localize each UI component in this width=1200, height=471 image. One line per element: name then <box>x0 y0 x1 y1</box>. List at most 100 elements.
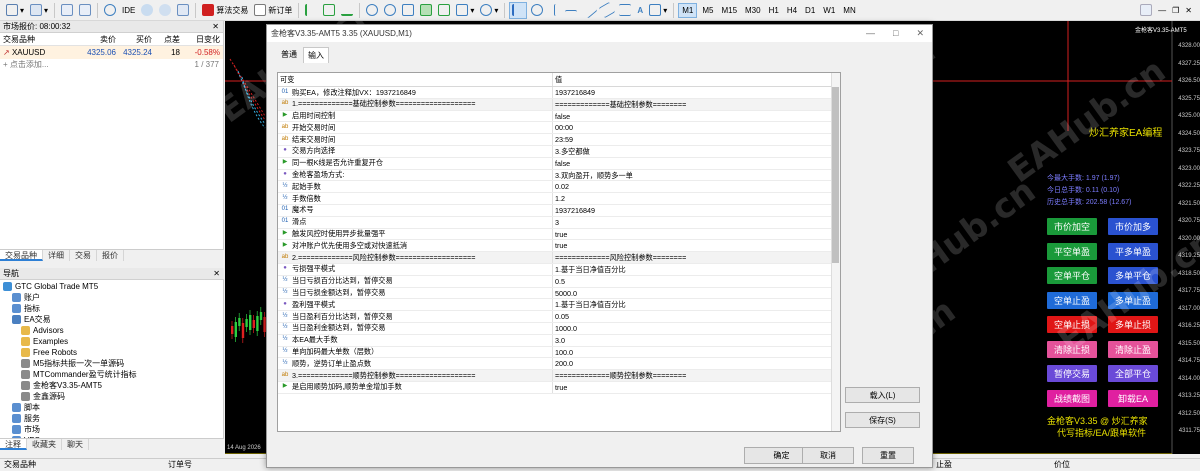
timeframe-m1[interactable]: M1 <box>678 2 698 18</box>
cancel-button[interactable]: 取消 <box>802 447 854 464</box>
input-value-cell[interactable]: =============顺势控制参数======== <box>553 370 829 381</box>
chart-shift-icon[interactable] <box>436 2 452 19</box>
strategy-tester-icon[interactable] <box>175 2 191 19</box>
candle-chart-icon[interactable] <box>321 2 337 19</box>
notification-icon[interactable] <box>1138 2 1154 19</box>
navigator-icon[interactable] <box>77 2 93 19</box>
indicators-icon[interactable]: ▾ <box>454 2 476 19</box>
input-row[interactable]: ab 1.=============基础控制参数=================… <box>278 98 840 111</box>
input-row[interactable]: ½ 顺势，逆势订单止盈点数 200.0 <box>278 358 840 371</box>
input-value-cell[interactable]: 0.05 <box>553 311 829 322</box>
timeframe-w1[interactable]: W1 <box>820 3 838 18</box>
input-value-cell[interactable]: 23:59 <box>553 134 829 145</box>
navigator-item[interactable]: MTCommander盈亏统计指标 <box>0 369 223 380</box>
ea-button-11[interactable]: 清除止盈 <box>1108 340 1158 358</box>
input-row[interactable]: ½ 当日亏损金额达到，暂停交易 5000.0 <box>278 287 840 300</box>
dialog-minimize-icon[interactable]: — <box>866 25 875 42</box>
navigator-item[interactable]: GTC Global Trade MT5 <box>0 281 223 292</box>
tab-chat[interactable]: 聊天 <box>62 439 89 450</box>
input-row[interactable]: ▶ 触发风控时使用异步批量强平 true <box>278 228 840 241</box>
input-row[interactable]: ab 3.=============顺势控制参数=================… <box>278 370 840 382</box>
ea-button-2[interactable]: 平空单盈 <box>1047 242 1097 260</box>
bar-chart-icon[interactable] <box>303 2 319 19</box>
input-row[interactable]: 01 滑点 3 <box>278 216 840 229</box>
text-tool-icon[interactable]: A <box>635 2 645 19</box>
input-value-cell[interactable]: 3.双向盈开，顺势多一单 <box>553 170 829 181</box>
chart-type-icon[interactable]: ▾ <box>4 2 26 19</box>
input-value-cell[interactable]: true <box>553 229 829 240</box>
input-row[interactable]: ▶ 是启用顺势加码,顺势单金增加手数 true <box>278 381 840 394</box>
periods-icon[interactable]: ▾ <box>478 2 500 19</box>
input-row[interactable]: ½ 当日盈利百分比达到，暂停交易 0.05 <box>278 311 840 323</box>
input-value-cell[interactable]: true <box>553 240 829 251</box>
input-row[interactable]: 01 购买EA，修改注释加VX：1937216849 1937216849 <box>278 87 840 99</box>
input-row[interactable]: ▶ 对冲账户优先使用多空或对快速抵消 true <box>278 240 840 253</box>
close-icon[interactable]: ✕ <box>1183 2 1200 19</box>
fibonacci-icon[interactable] <box>617 2 633 19</box>
symbol-row-xauusd[interactable]: ↗ XAUUSD 4325.06 4325.24 18 -0.58% <box>0 46 223 59</box>
vertical-line-icon[interactable] <box>547 2 561 19</box>
navigator-item[interactable]: 指标 <box>0 303 223 314</box>
scrollbar-thumb[interactable] <box>832 87 839 263</box>
tab-common[interactable]: 普通 <box>277 47 301 63</box>
input-value-cell[interactable]: 1.基于当日净值百分比 <box>553 299 829 310</box>
navigator-item[interactable]: Examples <box>0 336 223 347</box>
input-row[interactable]: ab 2.=============风险控制参数=================… <box>278 252 840 264</box>
input-row[interactable]: ½ 起始手数 0.02 <box>278 181 840 194</box>
market-watch-icon[interactable] <box>59 2 75 19</box>
input-value-cell[interactable]: 3.0 <box>553 335 829 346</box>
grid-icon[interactable] <box>400 2 416 19</box>
minimize-icon[interactable]: — <box>1156 2 1168 19</box>
ea-button-13[interactable]: 全部平仓 <box>1108 365 1158 382</box>
input-row[interactable]: ½ 当日盈利金额达到，暂停交易 1000.0 <box>278 322 840 335</box>
navigator-item[interactable]: Free Robots <box>0 347 223 358</box>
input-row[interactable]: ½ 本EA最大手数 3.0 <box>278 334 840 347</box>
input-row[interactable]: ½ 手数倍数 1.2 <box>278 193 840 205</box>
ea-button-15[interactable]: 卸载EA <box>1108 389 1158 407</box>
input-row[interactable]: ab 结束交易时间 23:59 <box>278 134 840 146</box>
add-symbol-row[interactable]: + 点击添加... 1 / 377 <box>0 59 223 71</box>
navigator-item[interactable]: EA交易 <box>0 314 223 325</box>
navigator-item[interactable]: 账户 <box>0 292 223 303</box>
restore-icon[interactable]: ❐ <box>1170 2 1181 19</box>
input-value-cell[interactable]: true <box>553 382 829 393</box>
timeframe-mn[interactable]: MN <box>840 3 858 18</box>
metaeditor-icon[interactable] <box>102 2 118 19</box>
autoscroll-icon[interactable] <box>418 2 434 19</box>
input-row[interactable]: ▶ 启用时间控制 false <box>278 110 840 123</box>
tab-favorites[interactable]: 收藏夹 <box>27 439 62 450</box>
navigator-item[interactable]: 脚本 <box>0 402 223 413</box>
channel-icon[interactable] <box>599 1 616 19</box>
column-header-symbol[interactable]: 交易品种 <box>0 33 80 45</box>
timeframe-d1[interactable]: D1 <box>802 3 818 18</box>
input-row[interactable]: ▶ 同一根K线是否允许重复开仓 false <box>278 157 840 170</box>
input-value-cell[interactable]: 100.0 <box>553 347 829 358</box>
input-value-cell[interactable]: 1937216849 <box>553 205 829 216</box>
template-icon[interactable]: ▾ <box>28 2 50 19</box>
input-value-cell[interactable]: false <box>553 111 829 122</box>
input-row[interactable]: ● 亏损强平模式 1.基于当日净值百分比 <box>278 263 840 276</box>
reset-button[interactable]: 重置 <box>862 447 914 464</box>
input-value-cell[interactable]: 00:00 <box>553 122 829 133</box>
input-value-cell[interactable]: 5000.0 <box>553 288 829 299</box>
input-row[interactable]: ● 盈利强平模式 1.基于当日净值百分比 <box>278 299 840 312</box>
input-value-cell[interactable]: 3.多空都做 <box>553 146 829 157</box>
save-button[interactable]: 保存(S) <box>845 412 920 428</box>
column-header-ask[interactable]: 买价 <box>116 33 152 45</box>
timeframe-m5[interactable]: M5 <box>699 3 716 18</box>
load-button[interactable]: 载入(L) <box>845 387 920 403</box>
timeframe-m15[interactable]: M15 <box>718 3 740 18</box>
input-value-cell[interactable]: false <box>553 158 829 169</box>
dialog-close-icon[interactable]: ✕ <box>916 25 924 42</box>
navigator-item[interactable]: 市场 <box>0 424 223 435</box>
cursor-icon[interactable] <box>509 1 528 19</box>
navigator-item[interactable]: 服务 <box>0 413 223 424</box>
ea-button-1[interactable]: 市价加多 <box>1108 218 1158 235</box>
input-value-cell[interactable]: 1.2 <box>553 193 829 204</box>
tab-ticks[interactable]: 报价 <box>97 250 124 261</box>
new-order-button[interactable]: 新订单 <box>252 2 294 19</box>
column-header-bid[interactable]: 卖价 <box>80 33 116 45</box>
close-icon[interactable]: ✕ <box>213 268 220 279</box>
input-row[interactable]: ½ 单向加码最大单数（层数） 100.0 <box>278 346 840 359</box>
input-value-cell[interactable]: =============风险控制参数======== <box>553 252 829 263</box>
